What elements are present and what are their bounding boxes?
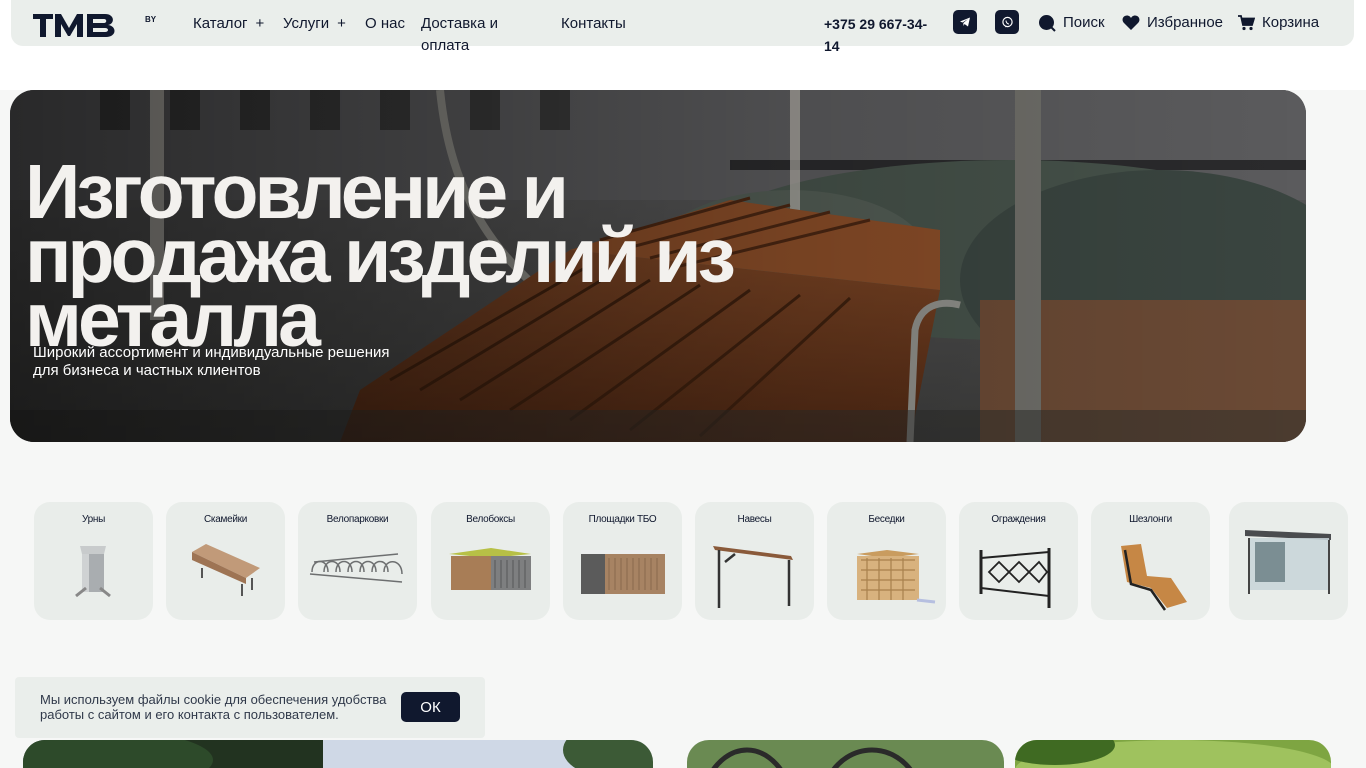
viber-icon (1001, 16, 1013, 27)
promo-image (1015, 740, 1331, 768)
cookie-banner: Мы используем файлы cookie для обеспечен… (15, 677, 485, 738)
plus-icon: + (255, 15, 265, 32)
promo-card-3[interactable] (1015, 740, 1331, 768)
phone-link[interactable]: +375 29 667-34-14 (824, 13, 934, 57)
cart-link[interactable]: Корзина (1238, 13, 1319, 33)
nav-about[interactable]: О нас (365, 13, 405, 35)
hero-subtitle: Широкий ассортимент и индивидуальные реш… (33, 344, 390, 379)
category-label: Шезлонги (1129, 514, 1172, 525)
nav-catalog[interactable]: Каталог + (193, 13, 264, 35)
category-label: Урны (82, 514, 105, 525)
nav-delivery[interactable]: Доставка и оплата (421, 13, 531, 57)
category-carousel: Урны Скамейки Велопарковки Велобоксы Пло… (34, 502, 1366, 620)
viber-button[interactable] (995, 10, 1019, 34)
telegram-button[interactable] (953, 10, 977, 34)
promo-card-2[interactable] (687, 740, 1004, 768)
logo-mark (33, 14, 115, 37)
cart-link-label: Корзина (1262, 14, 1320, 31)
bike-rack-image (309, 553, 403, 583)
logo-country-suffix: BY (145, 15, 157, 24)
category-card-gazebos[interactable]: Беседки (827, 502, 946, 620)
urn-image (75, 546, 111, 598)
nav-catalog-label: Каталог (193, 15, 248, 32)
category-label: Беседки (868, 514, 905, 525)
bus-stop-image (1245, 530, 1331, 594)
nav-services[interactable]: Услуги + (283, 13, 346, 35)
gazebo-image (857, 550, 936, 604)
heart-icon (1122, 15, 1140, 30)
fence-image (979, 548, 1051, 608)
category-label: Скамейки (204, 514, 247, 525)
cookie-text: Мы используем файлы cookie для обеспечен… (40, 692, 387, 722)
category-label: Велобоксы (466, 514, 515, 525)
site-header: BY Каталог + Услуги + О нас Доставка и опл… (11, 0, 1354, 54)
bike-box-image (449, 548, 531, 590)
category-label: Площадки ТБО (588, 514, 657, 525)
search-link[interactable]: Поиск (1038, 13, 1105, 33)
nav-contacts[interactable]: Контакты (561, 13, 626, 35)
bench-image (192, 544, 260, 596)
canopy-image (713, 546, 793, 608)
search-link-label: Поиск (1063, 14, 1105, 31)
category-label: Ограждения (991, 514, 1046, 525)
category-label: Велопарковки (326, 514, 389, 525)
hero-title: Изготовление и продажа изделий из металл… (25, 149, 736, 363)
favorites-link-label: Избранное (1147, 14, 1224, 31)
category-card-canopies[interactable]: Навесы (695, 502, 814, 620)
promo-image (687, 740, 1004, 768)
category-card-bike-parking[interactable]: Велопарковки (298, 502, 417, 620)
favorites-link[interactable]: Избранное (1122, 13, 1223, 33)
promo-image (23, 740, 653, 768)
site-logo[interactable]: BY (33, 8, 156, 38)
category-card-urns[interactable]: Урны (34, 502, 153, 620)
category-label: Навесы (737, 514, 772, 525)
lounger-image (1121, 544, 1187, 611)
category-card-benches[interactable]: Скамейки (166, 502, 285, 620)
cart-icon (1238, 15, 1255, 31)
category-card-fences[interactable]: Ограждения (959, 502, 1078, 620)
category-card-bike-boxes[interactable]: Велобоксы (431, 502, 550, 620)
category-card-bus-stops[interactable] (1229, 502, 1348, 620)
category-card-waste-sites[interactable]: Площадки ТБО (563, 502, 682, 620)
telegram-icon (960, 17, 970, 27)
search-icon (1039, 15, 1056, 32)
category-card-loungers[interactable]: Шезлонги (1091, 502, 1210, 620)
hero-banner: Изготовление и продажа изделий из металл… (10, 90, 1306, 442)
nav-services-label: Услуги (283, 15, 330, 32)
promo-card-1[interactable] (23, 740, 653, 768)
plus-icon: + (337, 15, 346, 32)
cookie-accept-button[interactable]: ОК (401, 692, 460, 722)
waste-site-image (581, 550, 665, 594)
